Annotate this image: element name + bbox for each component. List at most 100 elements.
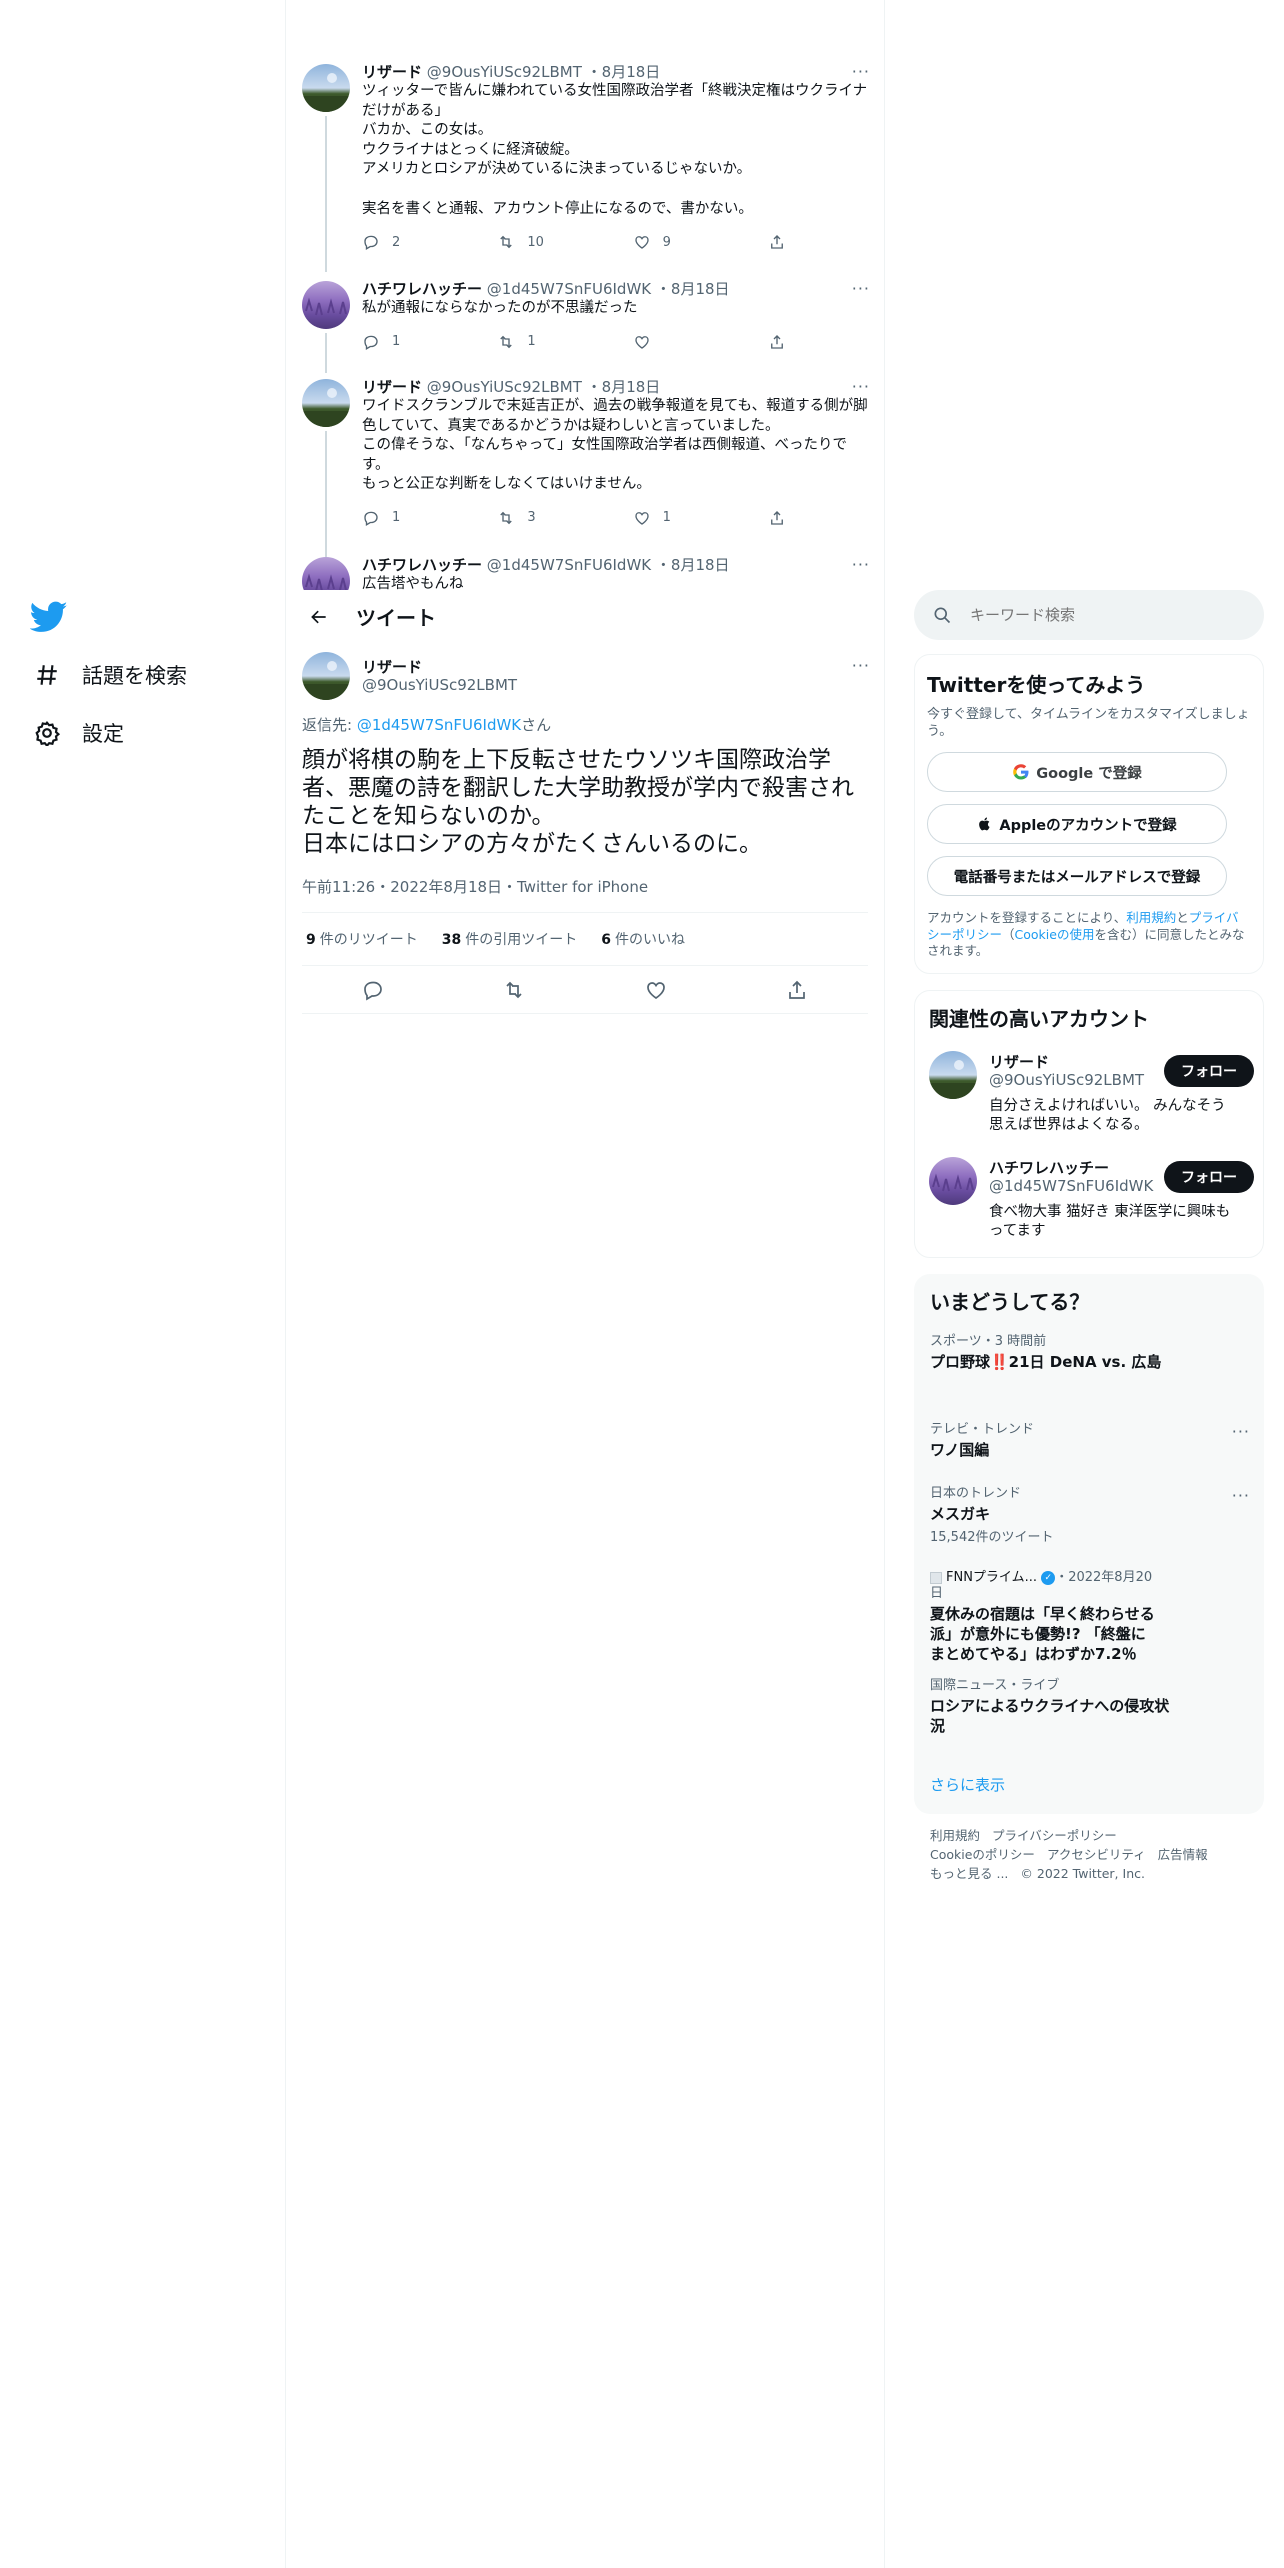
reply-button[interactable]: 1 [362, 333, 442, 351]
account-bio: 食べ物大事 猫好き 東洋医学に興味もってます [989, 1204, 1231, 1239]
reply-icon [364, 335, 378, 350]
thread-tweet[interactable]: ハチワレハッチー @1d45W7SnFU6IdWK ・8月18日 広告塔やもんね… [286, 555, 884, 591]
search-input[interactable] [970, 606, 1230, 624]
show-more-link[interactable]: さらに表示 [930, 1774, 1005, 1795]
more-options-icon[interactable]: ··· [852, 377, 870, 396]
thread-tweet[interactable]: リザード @9OusYiUSc92LBMT ・8月18日 ワイドスクランブルで末… [286, 377, 884, 557]
footer-privacy-link[interactable]: プライバシーポリシー [992, 1828, 1117, 1843]
reply-to-link[interactable]: @1d45W7SnFU6IdWK [357, 716, 521, 734]
tweet-author-handle[interactable]: @9OusYiUSc92LBMT [427, 63, 582, 81]
trend-title: ワノ国編 [930, 1441, 990, 1459]
tweet-author-name[interactable]: リザード [362, 63, 422, 81]
related-account-item[interactable]: リザード @9OusYiUSc92LBMT 自分さえよければいい。 みんなそう思… [929, 1051, 1254, 1141]
thread-connector [325, 333, 327, 373]
tweet-author-name[interactable]: ハチワレハッチー [362, 280, 482, 298]
avatar[interactable] [929, 1051, 977, 1099]
trend-item[interactable]: 日本のトレンド メスガキ 15,542件のツイート ··· [930, 1486, 1250, 1545]
trend-title: ロシアによるウクライナへの侵攻状況 [930, 1697, 1170, 1735]
like-button[interactable]: 9 [633, 233, 713, 251]
phone-email-signup-label: 電話番号またはメールアドレスで登録 [953, 869, 1201, 886]
tweet-author-name[interactable]: リザード [362, 656, 422, 677]
footer-more-link[interactable]: もっと見る ... [930, 1866, 1008, 1881]
footer-cookie-link[interactable]: Cookieのポリシー [930, 1847, 1035, 1862]
likes-stat[interactable]: 6 件のいいね [601, 929, 685, 949]
avatar[interactable] [302, 652, 350, 700]
share-icon [771, 511, 783, 525]
apple-signup-button[interactable]: Appleのアカウントで登録 [927, 804, 1227, 844]
twitter-logo-icon[interactable] [29, 598, 68, 636]
tweet-author-handle[interactable]: @9OusYiUSc92LBMT [362, 676, 517, 694]
like-button[interactable] [633, 333, 713, 351]
avatar[interactable] [302, 281, 350, 329]
thread-tweet[interactable]: ハチワレハッチー @1d45W7SnFU6IdWK ・8月18日 私が通報になら… [286, 279, 884, 373]
retweet-count: 3 [527, 510, 536, 526]
tweet-date[interactable]: 8月18日 [671, 556, 730, 574]
tweet-date[interactable]: 8月18日 [602, 63, 661, 81]
avatar[interactable] [302, 64, 350, 112]
tweet-date[interactable]: 8月18日 [602, 378, 661, 396]
retweet-button[interactable]: 1 [497, 333, 577, 351]
google-signup-button[interactable]: Google で登録 [927, 752, 1227, 792]
trend-item[interactable]: FNNプライム... ✓ ・2022年8月20日 夏休みの宿題は「早く終わらせる派… [930, 1570, 1160, 1664]
retweet-icon [500, 335, 513, 348]
trend-item[interactable]: 国際ニュース・ライブ ロシアによるウクライナへの侵攻状況 [930, 1678, 1170, 1736]
nav-explore[interactable]: 話題を検索 [30, 650, 187, 700]
tweet-author-name[interactable]: リザード [362, 378, 422, 396]
tweet-author-handle[interactable]: @9OusYiUSc92LBMT [427, 378, 582, 396]
avatar[interactable] [302, 379, 350, 427]
more-options-icon[interactable]: ··· [852, 279, 870, 298]
trend-meta: 国際ニュース・ライブ [930, 1678, 1060, 1693]
heart-icon[interactable] [644, 978, 668, 1002]
tweet-author-name[interactable]: ハチワレハッチー [362, 556, 482, 574]
more-options-icon[interactable]: ··· [852, 555, 870, 574]
nav-settings-label: 設定 [82, 722, 124, 746]
tweet-header: ハチワレハッチー @1d45W7SnFU6IdWK ・8月18日 [362, 556, 730, 574]
tweet-author-handle[interactable]: @1d45W7SnFU6IdWK [487, 556, 651, 574]
reply-prefix: 返信先: [302, 716, 357, 734]
footer-terms-link[interactable]: 利用規約 [930, 1828, 980, 1843]
share-button[interactable] [768, 333, 792, 351]
follow-button[interactable]: フォロー [1164, 1055, 1254, 1087]
tweet-author-handle[interactable]: @1d45W7SnFU6IdWK [487, 280, 651, 298]
reply-button[interactable]: 1 [362, 509, 442, 527]
retweet-button[interactable]: 3 [497, 509, 577, 527]
thread-tweet[interactable]: リザード @9OusYiUSc92LBMT ・8月18日 ツィッターで皆んに嫌わ… [286, 62, 884, 272]
phone-email-signup-button[interactable]: 電話番号またはメールアドレスで登録 [927, 856, 1227, 896]
retweet-button[interactable]: 10 [497, 233, 577, 251]
search-bar[interactable] [914, 590, 1264, 640]
more-options-icon[interactable]: ··· [1232, 1486, 1250, 1505]
reply-icon[interactable] [361, 978, 385, 1002]
trend-meta: FNNプライム... ✓ ・2022年8月20日 [930, 1570, 1160, 1602]
cookie-use-link[interactable]: Cookieの使用 [1015, 927, 1095, 942]
related-account-item[interactable]: ハチワレハッチー @1d45W7SnFU6IdWK 食べ物大事 猫好き 東洋医学… [929, 1157, 1254, 1247]
account-handle: @1d45W7SnFU6IdWK [989, 1177, 1154, 1195]
quotes-stat[interactable]: 38 件の引用ツイート [442, 929, 577, 949]
trend-item[interactable]: テレビ・トレンド ワノ国編 ··· [930, 1422, 1250, 1460]
tweet-text: ツィッターで皆んに嫌われている女性国際政治学者「終戦決定権はウクライナだけがある… [362, 83, 868, 217]
share-button[interactable] [768, 509, 792, 527]
more-options-icon[interactable]: ··· [1232, 1422, 1250, 1441]
like-button[interactable]: 1 [633, 509, 713, 527]
avatar[interactable] [929, 1157, 977, 1205]
tweet-header: リザード @9OusYiUSc92LBMT ・8月18日 [362, 378, 661, 396]
tweet-date[interactable]: 8月18日 [671, 280, 730, 298]
tweet-timestamp[interactable]: 午前11:26・2022年8月18日・Twitter for iPhone [302, 876, 648, 897]
nav-settings[interactable]: 設定 [30, 708, 124, 758]
apple-signup-label: Appleのアカウントで登録 [999, 817, 1177, 834]
share-button[interactable] [768, 233, 792, 251]
terms-link[interactable]: 利用規約 [1126, 910, 1176, 925]
footer-accessibility-link[interactable]: アクセシビリティ [1047, 1847, 1146, 1862]
share-icon[interactable] [785, 978, 809, 1002]
footer-ads-link[interactable]: 広告情報 [1158, 1847, 1208, 1862]
back-arrow-icon[interactable] [302, 600, 336, 634]
reply-button[interactable]: 2 [362, 233, 442, 251]
follow-button[interactable]: フォロー [1164, 1161, 1254, 1193]
reply-suffix: さん [521, 716, 552, 734]
trend-title: メスガキ [930, 1505, 991, 1523]
trend-item[interactable]: スポーツ・3 時間前 プロ野球‼️21日 DeNA vs. 広島 [930, 1334, 1250, 1372]
retweets-stat[interactable]: 9 件のリツイート [306, 929, 418, 949]
more-options-icon[interactable]: ··· [852, 656, 870, 675]
more-options-icon[interactable]: ··· [852, 62, 870, 81]
avatar[interactable] [302, 557, 350, 591]
retweet-icon[interactable] [502, 978, 526, 1002]
